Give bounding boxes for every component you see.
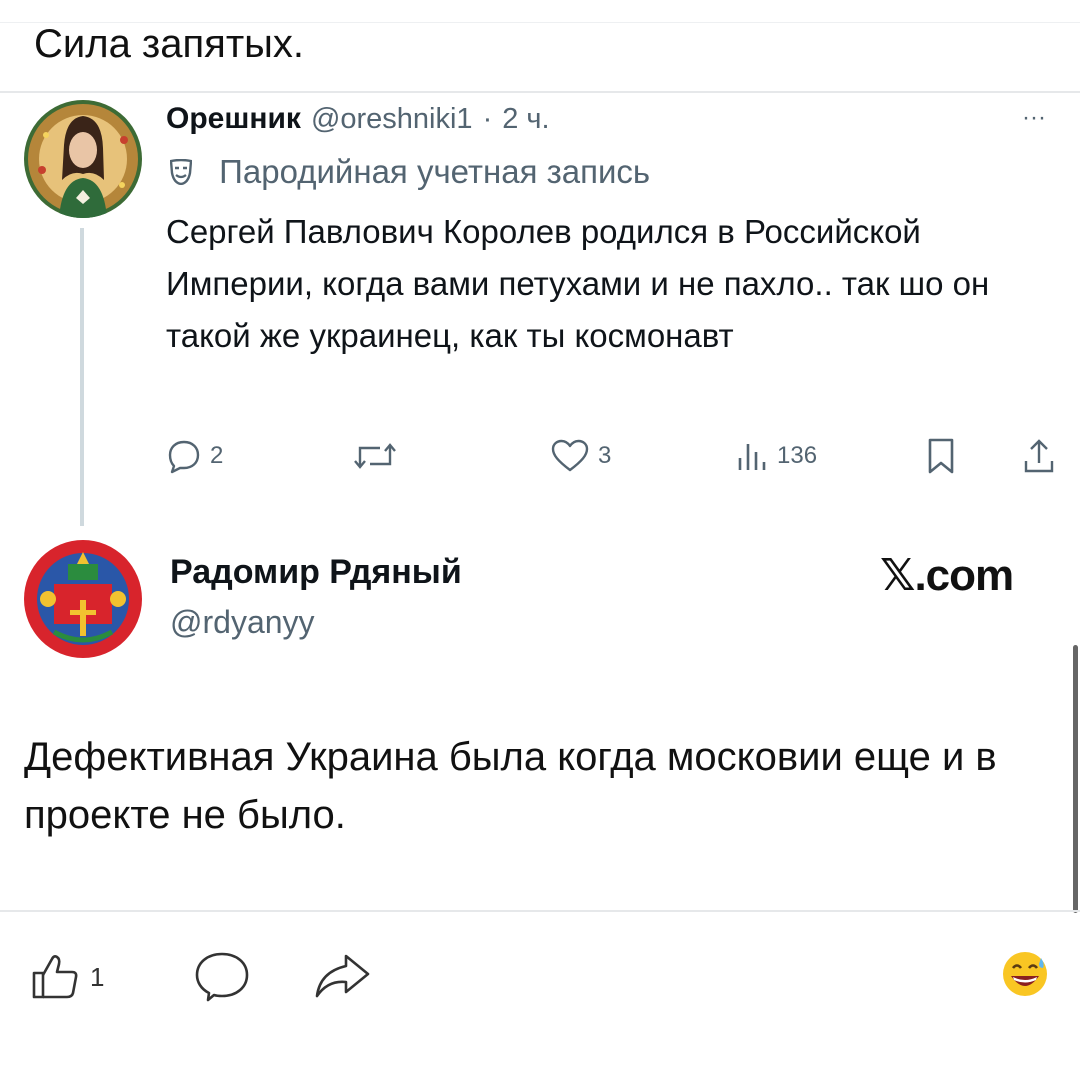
views-count: 136: [777, 442, 818, 469]
bookmark-button[interactable]: [925, 436, 957, 476]
views-button[interactable]: 136: [735, 436, 817, 476]
x-com-logo: 𝕏.com: [880, 551, 1014, 600]
speech-bubble-icon: [168, 440, 200, 474]
caption-divider: [0, 91, 1080, 93]
parody-mask-icon: [169, 152, 193, 196]
comment-icon: [195, 952, 249, 1002]
author-avatar[interactable]: [24, 100, 142, 218]
thumbs-up-count: 1: [90, 961, 105, 992]
reply-text: Дефективная Украина была когда московии …: [24, 735, 997, 837]
reply-author-name[interactable]: Радомир Рдяный: [170, 553, 462, 592]
footer-divider: [0, 910, 1080, 912]
reply-author-handle[interactable]: @rdyanyy: [170, 604, 315, 641]
author-handle[interactable]: @oreshniki1: [311, 103, 473, 136]
thumbs-up-button[interactable]: 1: [30, 950, 104, 1004]
author-name[interactable]: Орешник: [166, 102, 301, 136]
tweet-time[interactable]: 2 ч.: [502, 103, 549, 136]
reply-button[interactable]: 2: [166, 436, 223, 476]
tweet-text: Сергей Павлович Королев родился в Россий…: [166, 213, 990, 354]
grinning-sweat-emoji-icon[interactable]: [1001, 950, 1049, 998]
post-caption: Сила запятых.: [34, 22, 305, 66]
dot-separator: ·: [482, 103, 493, 135]
heart-icon: [551, 439, 589, 472]
comment-button[interactable]: [192, 950, 252, 1004]
tweet-header: Орешник @oreshniki1 · 2 ч.: [166, 102, 550, 136]
reply-author-avatar[interactable]: [24, 540, 142, 658]
thumbs-up-icon: [32, 955, 78, 999]
retweet-icon: [354, 443, 396, 469]
like-count: 3: [598, 442, 612, 469]
parody-badge-text: Пародийная учетная запись: [219, 153, 651, 190]
parody-account-label: Пародийная учетная запись: [169, 150, 651, 196]
thread-connector-line: [80, 228, 84, 526]
reply-count: 2: [210, 442, 224, 469]
share-button[interactable]: [1022, 436, 1056, 476]
forward-arrow-icon: [315, 954, 370, 998]
bar-chart-icon: [738, 444, 766, 470]
share-icon: [1024, 439, 1054, 473]
bookmark-icon: [928, 438, 954, 474]
more-options-icon[interactable]: ···: [1022, 104, 1046, 132]
scrollbar[interactable]: [1073, 645, 1078, 913]
like-button[interactable]: 3: [550, 436, 611, 476]
retweet-button[interactable]: [352, 436, 398, 476]
forward-button[interactable]: [312, 950, 372, 1004]
